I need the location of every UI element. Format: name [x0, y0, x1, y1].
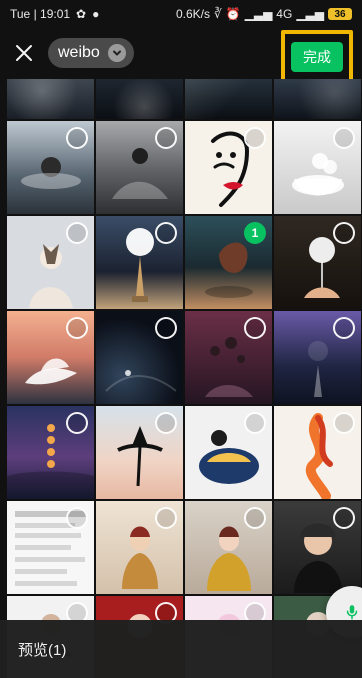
select-circle[interactable] [244, 127, 266, 149]
photo-tile[interactable] [274, 406, 361, 499]
done-button[interactable]: 完成 [291, 42, 343, 72]
select-circle[interactable] [155, 127, 177, 149]
album-name: weibo [58, 44, 100, 61]
status-right: 0.6K/s ∛ ⏰ ▁▃▅ 4G ▁▃▅ 36 [176, 7, 352, 21]
album-selector[interactable]: weibo [48, 38, 134, 68]
alarm-icon: ⏰ [225, 7, 241, 21]
grid-row [7, 311, 362, 404]
close-icon [16, 45, 32, 61]
signal-icon-2: ▁▃▅ [296, 7, 324, 21]
grid-row [7, 79, 362, 119]
photo-tile[interactable] [274, 121, 361, 214]
select-circle[interactable] [244, 317, 266, 339]
grid-row: 1 [7, 216, 362, 309]
select-circle[interactable] [66, 127, 88, 149]
photo-tile[interactable] [274, 216, 361, 309]
select-circle[interactable] [333, 222, 355, 244]
signal-icon: ▁▃▅ [244, 7, 273, 21]
photo-tile[interactable] [7, 406, 94, 499]
bluetooth-icon: ∛ [214, 7, 222, 21]
status-time: Tue | 19:01 [10, 7, 71, 21]
microphone-icon [346, 605, 358, 620]
photo-picker-screen: Tue | 19:01 ✿ ● 0.6K/s ∛ ⏰ ▁▃▅ 4G ▁▃▅ 36… [0, 0, 362, 678]
grid-row [7, 406, 362, 499]
net-speed: 0.6K/s [175, 7, 210, 21]
photo-tile[interactable] [96, 216, 183, 309]
photo-tile[interactable] [274, 311, 361, 404]
select-circle[interactable] [333, 127, 355, 149]
photo-tile[interactable] [274, 79, 361, 119]
select-circle[interactable] [155, 317, 177, 339]
select-circle[interactable] [155, 412, 177, 434]
chevron-down-icon [107, 44, 126, 62]
select-circle[interactable] [66, 507, 88, 529]
selected-badge[interactable]: 1 [244, 222, 266, 244]
battery-badge: 36 [328, 8, 352, 20]
grid-row [7, 501, 362, 594]
select-circle[interactable] [244, 412, 266, 434]
photo-tile[interactable] [7, 311, 94, 404]
wechat-icon: ✿ [76, 7, 87, 21]
photo-tile[interactable]: 1 [185, 216, 272, 309]
photo-tile[interactable] [96, 406, 183, 499]
select-circle[interactable] [244, 507, 266, 529]
select-circle[interactable] [155, 507, 177, 529]
photo-art [7, 79, 94, 119]
close-button[interactable] [10, 39, 38, 67]
select-circle[interactable] [66, 412, 88, 434]
top-bar: weibo 完成 [0, 28, 362, 84]
photo-tile[interactable] [96, 501, 183, 594]
photo-art [185, 79, 272, 119]
photo-art [96, 79, 183, 119]
photo-art [274, 79, 361, 119]
select-circle[interactable] [333, 507, 355, 529]
photo-grid: 1 [7, 79, 362, 678]
photo-tile[interactable] [96, 311, 183, 404]
photo-tile[interactable] [96, 121, 183, 214]
status-bar: Tue | 19:01 ✿ ● 0.6K/s ∛ ⏰ ▁▃▅ 4G ▁▃▅ 36 [0, 0, 362, 28]
grid-row [7, 121, 362, 214]
photo-tile[interactable] [185, 406, 272, 499]
select-circle[interactable] [66, 317, 88, 339]
photo-tile[interactable] [185, 311, 272, 404]
select-circle[interactable] [66, 222, 88, 244]
photo-tile[interactable] [185, 501, 272, 594]
circle-icon: ● [92, 7, 100, 21]
photo-tile[interactable] [7, 79, 94, 119]
status-left: Tue | 19:01 ✿ ● [10, 7, 99, 21]
photo-tile[interactable] [7, 121, 94, 214]
select-circle[interactable] [333, 317, 355, 339]
photo-tile[interactable] [185, 121, 272, 214]
photo-tile[interactable] [7, 501, 94, 594]
select-circle[interactable] [333, 412, 355, 434]
network-type: 4G [276, 7, 293, 21]
preview-button[interactable]: 预览(1) [18, 639, 66, 660]
photo-tile[interactable] [274, 501, 361, 594]
photo-tile[interactable] [96, 79, 183, 119]
done-highlight: 完成 [281, 30, 353, 84]
select-circle[interactable] [155, 222, 177, 244]
photo-tile[interactable] [185, 79, 272, 119]
photo-tile[interactable] [7, 216, 94, 309]
bottom-bar: 预览(1) [0, 620, 362, 678]
